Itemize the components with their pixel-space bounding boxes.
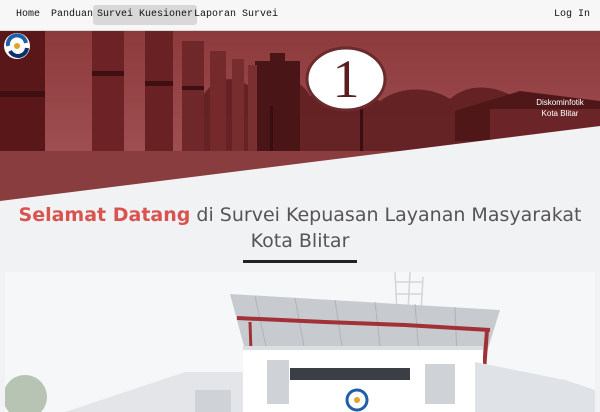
brand-line-1: Diskominfotik <box>536 98 584 107</box>
welcome-rest: di Survei Kepuasan Layanan Masyarakat <box>190 204 582 226</box>
navbar: Home Panduan Survei Kuesioner Laporan Su… <box>0 0 600 31</box>
hero-background-photo <box>0 31 600 201</box>
nav-panduan-link[interactable]: Panduan <box>47 5 97 25</box>
nav-home-link[interactable]: Home <box>12 5 44 25</box>
welcome-accent: Selamat Datang <box>18 204 191 226</box>
office-building-photo <box>5 272 595 412</box>
hero-banner: 1 Diskominfotik Kota Blitar <box>0 31 600 201</box>
welcome-line-2: Kota Blitar <box>250 230 350 252</box>
heading-divider <box>243 260 357 263</box>
nav-survei-kuesioner-link[interactable]: Survei Kuesioner <box>93 5 198 25</box>
nav-laporan-survei-link[interactable]: Laporan Survei <box>190 5 282 25</box>
welcome-line-1: Selamat Datang di Survei Kepuasan Layana… <box>0 202 600 228</box>
kominfo-logo-icon <box>4 33 30 59</box>
hero-number: 1 <box>332 49 360 109</box>
login-link[interactable]: Log In <box>550 5 594 25</box>
brand-name: Diskominfotik Kota Blitar <box>528 97 592 119</box>
brand-line-2: Kota Blitar <box>541 109 579 118</box>
welcome-heading: Selamat Datang di Survei Kepuasan Layana… <box>0 202 600 254</box>
